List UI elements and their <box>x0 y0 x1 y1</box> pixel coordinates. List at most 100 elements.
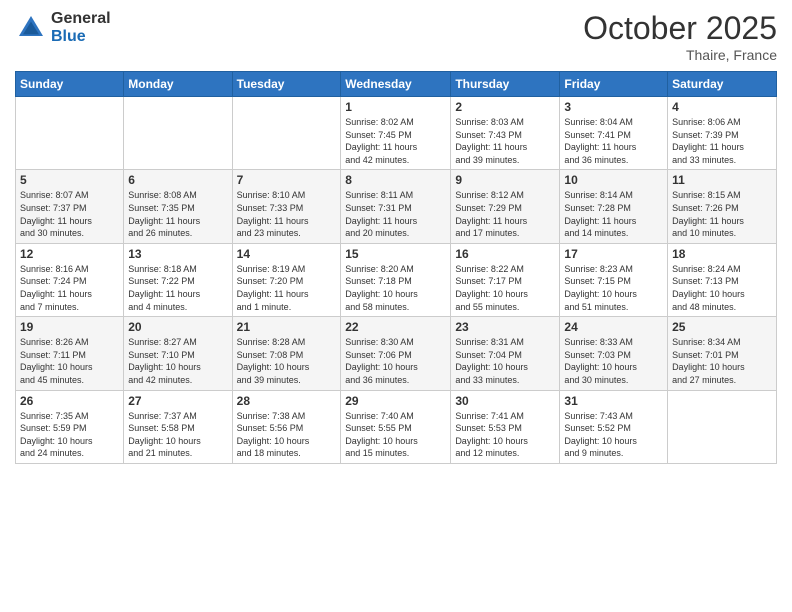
day-cell: 10Sunrise: 8:14 AM Sunset: 7:28 PM Dayli… <box>560 170 668 243</box>
weekday-tuesday: Tuesday <box>232 72 341 97</box>
day-number: 24 <box>564 320 663 334</box>
day-cell: 24Sunrise: 8:33 AM Sunset: 7:03 PM Dayli… <box>560 317 668 390</box>
weekday-thursday: Thursday <box>451 72 560 97</box>
logo-text: General Blue <box>51 10 111 45</box>
day-cell: 14 Sunrise: 8:19 AM Sunset: 7:20 PM Dayli… <box>232 243 341 316</box>
day-info: Sunrise: 8:31 AM Sunset: 7:04 PM Dayligh… <box>455 336 555 386</box>
day-number: 20 <box>128 320 227 334</box>
day-info: Sunrise: 8:26 AM Sunset: 7:11 PM Dayligh… <box>20 336 119 386</box>
weekday-saturday: Saturday <box>668 72 777 97</box>
day-cell: 25 Sunrise: 8:34 AM Sunset: 7:01 PM Dayli… <box>668 317 777 390</box>
day-info: Sunrise: 8:19 AM Sunset: 7:20 PM Dayligh… <box>237 263 337 313</box>
logo-icon <box>15 12 47 44</box>
day-info: Sunrise: 8:28 AM Sunset: 7:08 PM Dayligh… <box>237 336 337 386</box>
day-info: Sunrise: 8:18 AM Sunset: 7:22 PM Dayligh… <box>128 263 227 313</box>
day-cell: 16 Sunrise: 8:22 AM Sunset: 7:17 PM Dayli… <box>451 243 560 316</box>
day-number: 7 <box>237 173 337 187</box>
weekday-header-row: SundayMondayTuesdayWednesdayThursdayFrid… <box>16 72 777 97</box>
day-info: Sunrise: 8:30 AM Sunset: 7:06 PM Dayligh… <box>345 336 446 386</box>
day-cell: 5 Sunrise: 8:07 AM Sunset: 7:37 PM Daylig… <box>16 170 124 243</box>
day-cell <box>232 97 341 170</box>
day-info: Sunrise: 8:24 AM Sunset: 7:13 PM Dayligh… <box>672 263 772 313</box>
day-number: 16 <box>455 247 555 261</box>
day-info: Sunrise: 8:12 AM Sunset: 7:29 PM Dayligh… <box>455 189 555 239</box>
day-info: Sunrise: 8:15 AM Sunset: 7:26 PM Dayligh… <box>672 189 772 239</box>
day-cell: 18 Sunrise: 8:24 AM Sunset: 7:13 PM Dayli… <box>668 243 777 316</box>
day-cell: 6 Sunrise: 8:08 AM Sunset: 7:35 PM Daylig… <box>124 170 232 243</box>
day-info: Sunrise: 8:03 AM Sunset: 7:43 PM Dayligh… <box>455 116 555 166</box>
day-cell: 11Sunrise: 8:15 AM Sunset: 7:26 PM Dayli… <box>668 170 777 243</box>
location: Thaire, France <box>583 47 777 63</box>
weekday-sunday: Sunday <box>16 72 124 97</box>
day-cell: 21 Sunrise: 8:28 AM Sunset: 7:08 PM Dayli… <box>232 317 341 390</box>
day-number: 18 <box>672 247 772 261</box>
day-number: 30 <box>455 394 555 408</box>
day-info: Sunrise: 7:35 AM Sunset: 5:59 PM Dayligh… <box>20 410 119 460</box>
day-info: Sunrise: 8:07 AM Sunset: 7:37 PM Dayligh… <box>20 189 119 239</box>
day-cell: 17 Sunrise: 8:23 AM Sunset: 7:15 PM Dayli… <box>560 243 668 316</box>
day-info: Sunrise: 8:34 AM Sunset: 7:01 PM Dayligh… <box>672 336 772 386</box>
day-cell: 1Sunrise: 8:02 AM Sunset: 7:45 PM Daylig… <box>341 97 451 170</box>
day-info: Sunrise: 8:06 AM Sunset: 7:39 PM Dayligh… <box>672 116 772 166</box>
day-cell: 19 Sunrise: 8:26 AM Sunset: 7:11 PM Dayli… <box>16 317 124 390</box>
day-cell: 30Sunrise: 7:41 AM Sunset: 5:53 PM Dayli… <box>451 390 560 463</box>
day-number: 8 <box>345 173 446 187</box>
day-cell: 9 Sunrise: 8:12 AM Sunset: 7:29 PM Daylig… <box>451 170 560 243</box>
title-block: October 2025 Thaire, France <box>583 10 777 63</box>
logo-general: General <box>51 10 111 28</box>
day-number: 28 <box>237 394 337 408</box>
day-cell: 27 Sunrise: 7:37 AM Sunset: 5:58 PM Dayli… <box>124 390 232 463</box>
calendar: SundayMondayTuesdayWednesdayThursdayFrid… <box>15 71 777 464</box>
day-number: 10 <box>564 173 663 187</box>
day-number: 14 <box>237 247 337 261</box>
day-info: Sunrise: 7:37 AM Sunset: 5:58 PM Dayligh… <box>128 410 227 460</box>
week-row-2: 12Sunrise: 8:16 AM Sunset: 7:24 PM Dayli… <box>16 243 777 316</box>
day-number: 25 <box>672 320 772 334</box>
day-info: Sunrise: 8:22 AM Sunset: 7:17 PM Dayligh… <box>455 263 555 313</box>
day-cell: 3Sunrise: 8:04 AM Sunset: 7:41 PM Daylig… <box>560 97 668 170</box>
day-number: 26 <box>20 394 119 408</box>
day-number: 6 <box>128 173 227 187</box>
day-cell <box>16 97 124 170</box>
day-number: 29 <box>345 394 446 408</box>
day-number: 19 <box>20 320 119 334</box>
day-number: 5 <box>20 173 119 187</box>
day-number: 9 <box>455 173 555 187</box>
day-cell: 13 Sunrise: 8:18 AM Sunset: 7:22 PM Dayli… <box>124 243 232 316</box>
week-row-4: 26 Sunrise: 7:35 AM Sunset: 5:59 PM Dayli… <box>16 390 777 463</box>
weekday-friday: Friday <box>560 72 668 97</box>
day-number: 21 <box>237 320 337 334</box>
week-row-3: 19 Sunrise: 8:26 AM Sunset: 7:11 PM Dayli… <box>16 317 777 390</box>
day-number: 17 <box>564 247 663 261</box>
day-number: 23 <box>455 320 555 334</box>
day-cell: 2 Sunrise: 8:03 AM Sunset: 7:43 PM Daylig… <box>451 97 560 170</box>
weekday-monday: Monday <box>124 72 232 97</box>
day-info: Sunrise: 7:43 AM Sunset: 5:52 PM Dayligh… <box>564 410 663 460</box>
day-number: 2 <box>455 100 555 114</box>
day-cell: 28Sunrise: 7:38 AM Sunset: 5:56 PM Dayli… <box>232 390 341 463</box>
day-number: 15 <box>345 247 446 261</box>
day-info: Sunrise: 8:23 AM Sunset: 7:15 PM Dayligh… <box>564 263 663 313</box>
day-number: 22 <box>345 320 446 334</box>
day-cell: 4 Sunrise: 8:06 AM Sunset: 7:39 PM Daylig… <box>668 97 777 170</box>
day-cell: 8 Sunrise: 8:11 AM Sunset: 7:31 PM Daylig… <box>341 170 451 243</box>
day-number: 12 <box>20 247 119 261</box>
day-info: Sunrise: 8:11 AM Sunset: 7:31 PM Dayligh… <box>345 189 446 239</box>
day-number: 13 <box>128 247 227 261</box>
day-number: 27 <box>128 394 227 408</box>
day-info: Sunrise: 8:08 AM Sunset: 7:35 PM Dayligh… <box>128 189 227 239</box>
page: General Blue October 2025 Thaire, France… <box>0 0 792 612</box>
day-number: 3 <box>564 100 663 114</box>
day-cell <box>124 97 232 170</box>
day-cell: 29Sunrise: 7:40 AM Sunset: 5:55 PM Dayli… <box>341 390 451 463</box>
logo: General Blue <box>15 10 111 45</box>
week-row-1: 5 Sunrise: 8:07 AM Sunset: 7:37 PM Daylig… <box>16 170 777 243</box>
day-number: 4 <box>672 100 772 114</box>
week-row-0: 1Sunrise: 8:02 AM Sunset: 7:45 PM Daylig… <box>16 97 777 170</box>
day-cell: 7 Sunrise: 8:10 AM Sunset: 7:33 PM Daylig… <box>232 170 341 243</box>
day-info: Sunrise: 8:10 AM Sunset: 7:33 PM Dayligh… <box>237 189 337 239</box>
weekday-wednesday: Wednesday <box>341 72 451 97</box>
day-cell: 22 Sunrise: 8:30 AM Sunset: 7:06 PM Dayli… <box>341 317 451 390</box>
header: General Blue October 2025 Thaire, France <box>15 10 777 63</box>
logo-blue: Blue <box>51 28 111 46</box>
